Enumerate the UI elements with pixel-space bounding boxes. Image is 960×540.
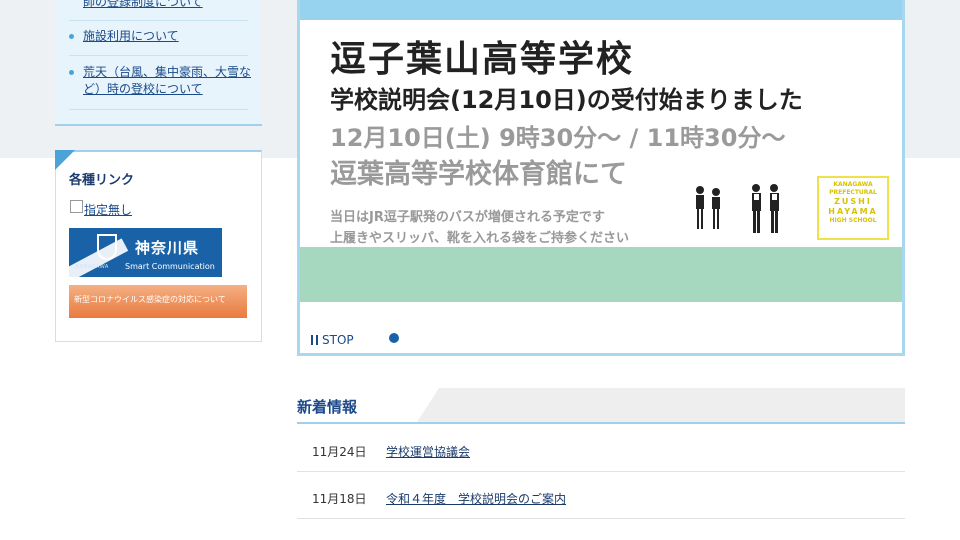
news-title: 新着情報: [297, 398, 358, 416]
bullet-icon: [69, 70, 74, 75]
menu-divider: [69, 109, 248, 110]
kanagawa-banner-name: 神奈川県: [135, 239, 200, 257]
bullet-icon: [69, 34, 74, 39]
slide-top-bar: [300, 0, 902, 20]
slide-note-shoes: 上履きやスリッパ、靴を入れる袋をご持参ください: [330, 231, 630, 246]
links-panel: 各種リンク 指定無し KANAGAWA 神奈川県 Smart Communica…: [55, 150, 262, 342]
slide-bottom-band: [300, 247, 902, 302]
slide-headline: 学校説明会(12月10日)の受付始まりました: [330, 86, 803, 114]
news-date: 11月24日: [312, 445, 367, 459]
kanagawa-banner-sub: Smart Communication: [125, 262, 215, 271]
slider-stop-button[interactable]: STOP: [311, 333, 354, 347]
news-date: 11月18日: [312, 492, 367, 506]
kanagawa-banner[interactable]: KANAGAWA 神奈川県 Smart Communication: [69, 228, 222, 277]
slide-venue: 逗葉高等学校体育館にて: [330, 159, 627, 190]
menu-item-storm[interactable]: 荒天（台風、集中豪雨、大雪など）時の登校について: [69, 64, 256, 98]
slider-pager-dot[interactable]: [389, 333, 399, 343]
menu-item-facility[interactable]: 施設利用について: [69, 28, 256, 45]
sidebar-menu: 師の登録制度について 施設利用について 荒天（台風、集中豪雨、大雪など）時の登校…: [55, 0, 262, 126]
pause-icon: [311, 335, 318, 345]
slide-title: 逗子葉山高等学校: [330, 39, 635, 80]
news-link[interactable]: 学校運営協議会: [386, 443, 470, 460]
kanagawa-logo-icon: [97, 234, 117, 260]
news-item: 11月18日 令和４年度 学校説明会のご案内: [297, 472, 905, 519]
slide-datetime: 12月10日(土) 9時30分～ / 11時30分～: [330, 124, 786, 152]
students-illustration-icon: [696, 184, 779, 233]
filter-checkbox[interactable]: [70, 200, 83, 213]
hero-slider[interactable]: 逗子葉山高等学校 学校説明会(12月10日)の受付始まりました 12月10日(土…: [297, 0, 905, 356]
kanagawa-logo-text: KANAGAWA: [76, 264, 109, 270]
corona-banner[interactable]: 新型コロナウイルス感染症の対応について: [69, 285, 247, 318]
links-title: 各種リンク: [69, 173, 135, 188]
news-header-decoration: [417, 388, 905, 422]
news-item: 11月24日 学校運営協議会: [297, 425, 905, 472]
corner-decoration-icon: [55, 150, 75, 170]
menu-divider: [69, 55, 248, 56]
slide-note-bus: 当日はJR逗子駅発のバスが増便される予定です: [330, 210, 605, 225]
news-header: 新着情報: [297, 388, 905, 424]
news-link[interactable]: 令和４年度 学校説明会のご案内: [386, 490, 566, 507]
school-logo: KANAGAWA PREFECTURAL ZUSHI HAYAMA HIGH S…: [817, 176, 889, 240]
filter-checkbox-label[interactable]: 指定無し: [84, 201, 132, 218]
menu-divider: [69, 20, 248, 21]
menu-item-registration[interactable]: 師の登録制度について: [69, 0, 256, 11]
